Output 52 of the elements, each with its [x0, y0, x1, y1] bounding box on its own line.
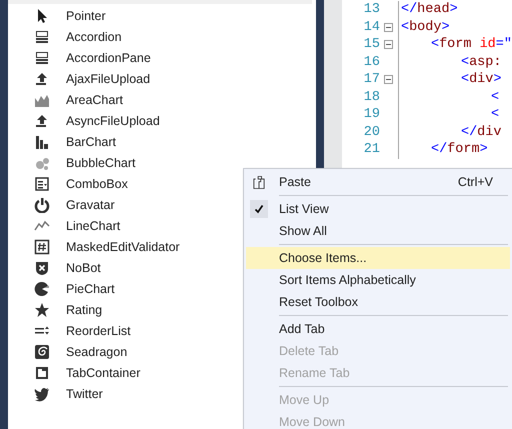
line-number: 15	[362, 37, 380, 52]
line-number: 19	[362, 107, 380, 122]
toolbox-item[interactable]: Accordion	[8, 26, 316, 47]
line-number: 14	[362, 20, 380, 35]
upload-icon	[34, 112, 50, 128]
hash-icon	[34, 238, 50, 254]
pie-chart-icon	[34, 280, 50, 296]
collapse-icon[interactable]	[384, 40, 394, 50]
code-line: <asp:	[460, 54, 502, 70]
toolbox-item[interactable]: BarChart	[8, 131, 316, 152]
line-number: 17	[362, 72, 380, 88]
menu-item[interactable]: Sort Items Alphabetically	[246, 269, 510, 291]
list-icon	[34, 28, 50, 44]
clipboard-icon	[253, 174, 265, 190]
line-number: 16	[362, 54, 380, 70]
combo-box-icon	[34, 176, 50, 192]
menu-item[interactable]: Choose Items...	[246, 247, 510, 269]
bar-chart-icon	[34, 134, 50, 150]
menu-item[interactable]: Reset Toolbox	[246, 291, 510, 313]
toolbox-item[interactable]: BubbleChart	[8, 152, 316, 173]
power-icon	[34, 196, 50, 212]
menu-item[interactable]: Paste Ctrl+V	[246, 171, 510, 193]
toolbox-item[interactable]: AccordionPane	[8, 47, 316, 68]
code-line: </form>	[430, 142, 488, 158]
menu-item[interactable]: Add Tab	[246, 318, 510, 340]
checkmark-icon	[250, 200, 268, 218]
tab-icon	[34, 364, 50, 380]
code-line: </div	[460, 124, 502, 140]
line-number: 13	[362, 2, 380, 18]
spiral-icon	[34, 344, 50, 360]
line-number: 20	[362, 124, 380, 140]
toolbox-item[interactable]: AreaChart	[8, 89, 316, 110]
code-line: <form id="	[430, 37, 512, 52]
menu-item[interactable]: Show All	[246, 220, 510, 242]
code-line: <	[490, 107, 500, 122]
code-line: <div>	[460, 72, 502, 88]
shield-icon	[34, 260, 50, 276]
toolbox-item[interactable]: AjaxFileUpload	[8, 68, 316, 89]
bird-icon	[34, 386, 50, 402]
code-line: <	[490, 90, 500, 105]
star-icon	[34, 302, 50, 318]
upload-icon	[34, 70, 50, 86]
code-line: </head>	[400, 2, 458, 18]
list-icon	[34, 50, 50, 66]
toolbox-item[interactable]: AsyncFileUpload	[8, 110, 316, 131]
collapse-icon[interactable]	[384, 75, 394, 84]
line-number: 21	[362, 142, 380, 158]
menu-item[interactable]: List View	[246, 198, 510, 220]
toolbox-item[interactable]: Pointer	[8, 5, 316, 26]
line-number: 18	[362, 90, 380, 105]
collapse-icon[interactable]	[384, 22, 394, 32]
code-line: <body>	[400, 20, 450, 35]
